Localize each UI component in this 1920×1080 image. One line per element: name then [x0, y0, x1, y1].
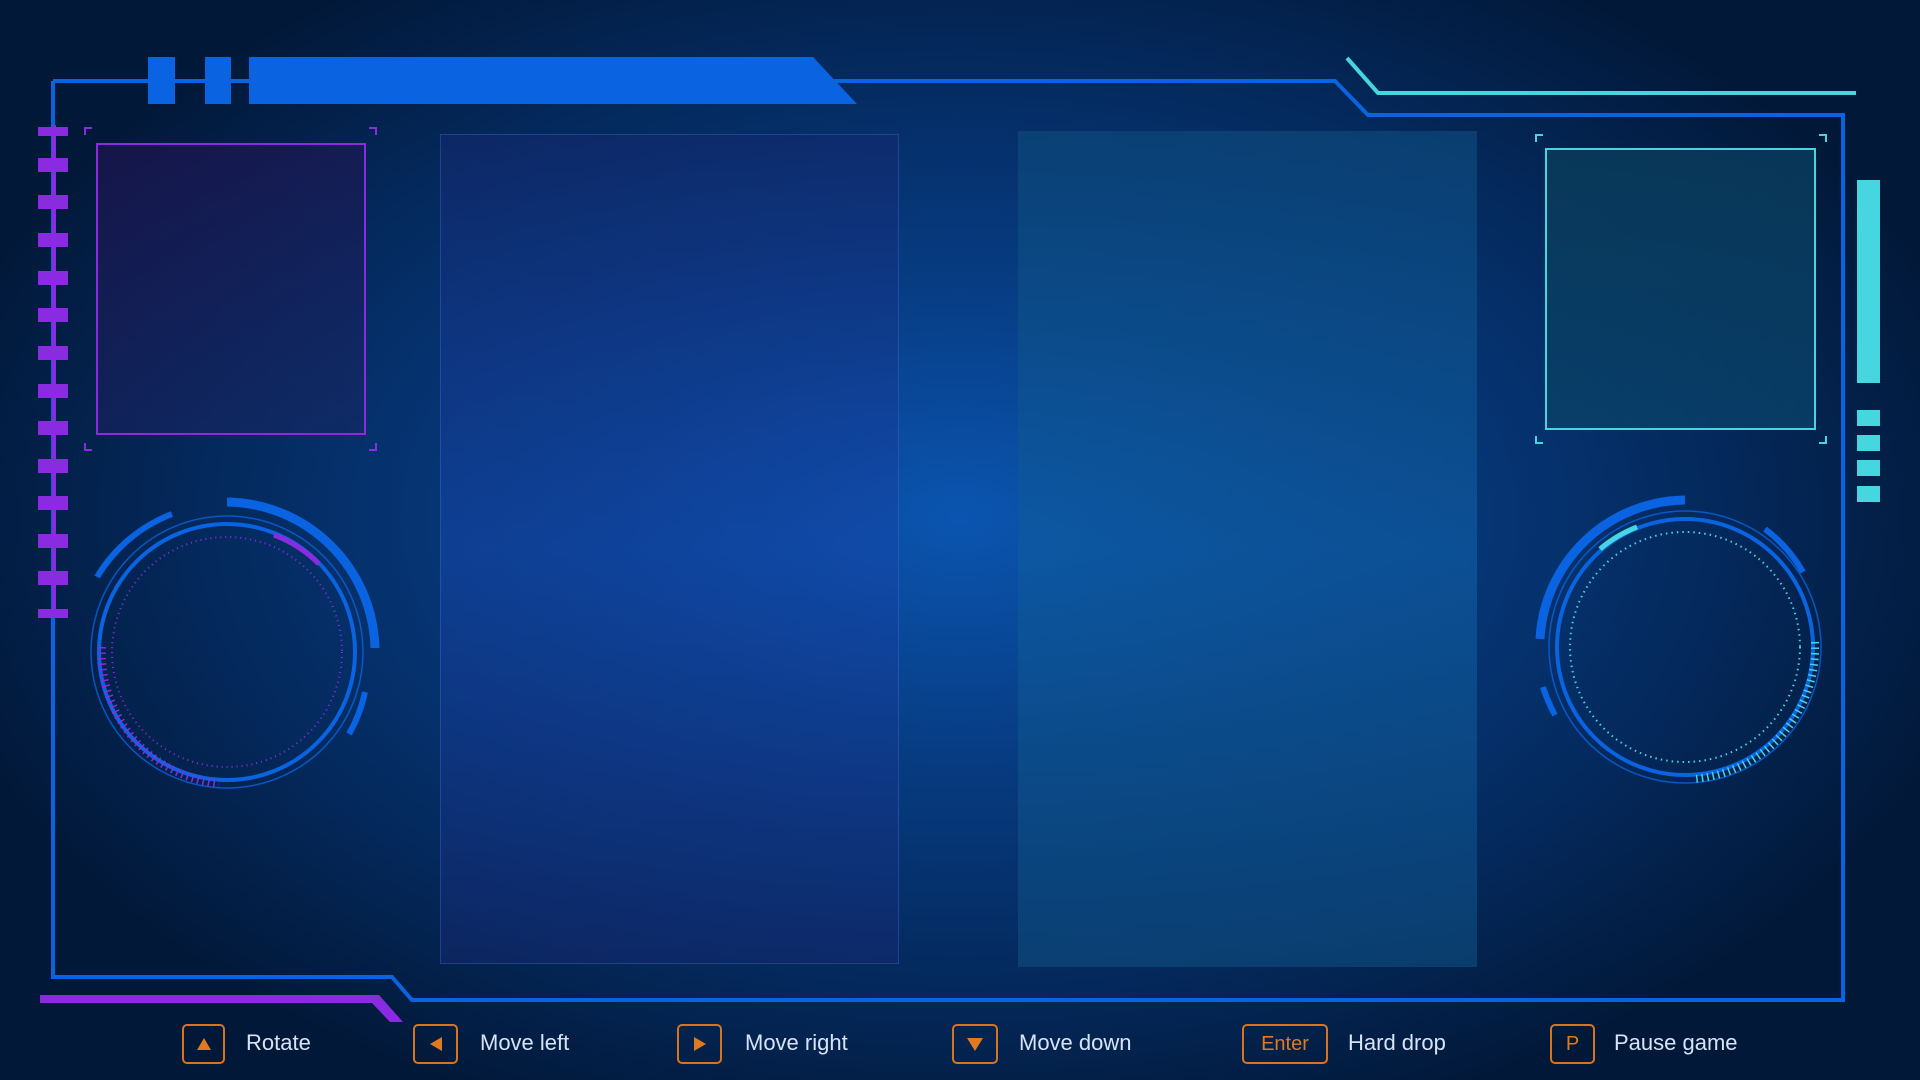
controls-legend: Rotate Move left Move right Move down En…: [0, 1020, 1920, 1070]
down-arrow-icon: [967, 1037, 983, 1051]
enter-key[interactable]: Enter: [1242, 1024, 1328, 1064]
left-tick-rungs: [38, 125, 68, 620]
move-right-key[interactable]: [677, 1024, 722, 1064]
move-left-label: Move left: [480, 1030, 570, 1055]
left-arrow-icon: [429, 1037, 442, 1051]
hold-piece-panel: [96, 143, 366, 435]
next-piece-panel: [1545, 148, 1816, 430]
rotate-label: Rotate: [246, 1030, 311, 1055]
enter-key-text: Enter: [1261, 1032, 1309, 1055]
right-cyan-bar: [1857, 180, 1880, 383]
pause-game-label: Pause game: [1614, 1030, 1738, 1055]
right-hud-ring: [1535, 495, 1822, 784]
move-left-key[interactable]: [413, 1024, 458, 1064]
player-two-board: [1018, 131, 1477, 967]
move-right-label: Move right: [745, 1030, 848, 1055]
top-bar-block-1: [148, 57, 175, 104]
top-bar-long: [249, 57, 857, 104]
move-down-key[interactable]: [952, 1024, 998, 1064]
move-down-label: Move down: [1019, 1030, 1132, 1055]
player-one-board: [440, 134, 899, 964]
pause-key-text: P: [1565, 1032, 1580, 1055]
right-arrow-icon: [693, 1037, 706, 1051]
up-arrow-icon: [196, 1038, 211, 1050]
pause-key[interactable]: P: [1550, 1024, 1595, 1064]
hard-drop-label: Hard drop: [1348, 1030, 1446, 1055]
left-hud-ring: [90, 497, 380, 789]
rotate-key[interactable]: [182, 1024, 225, 1064]
top-bar-block-2: [205, 57, 231, 104]
